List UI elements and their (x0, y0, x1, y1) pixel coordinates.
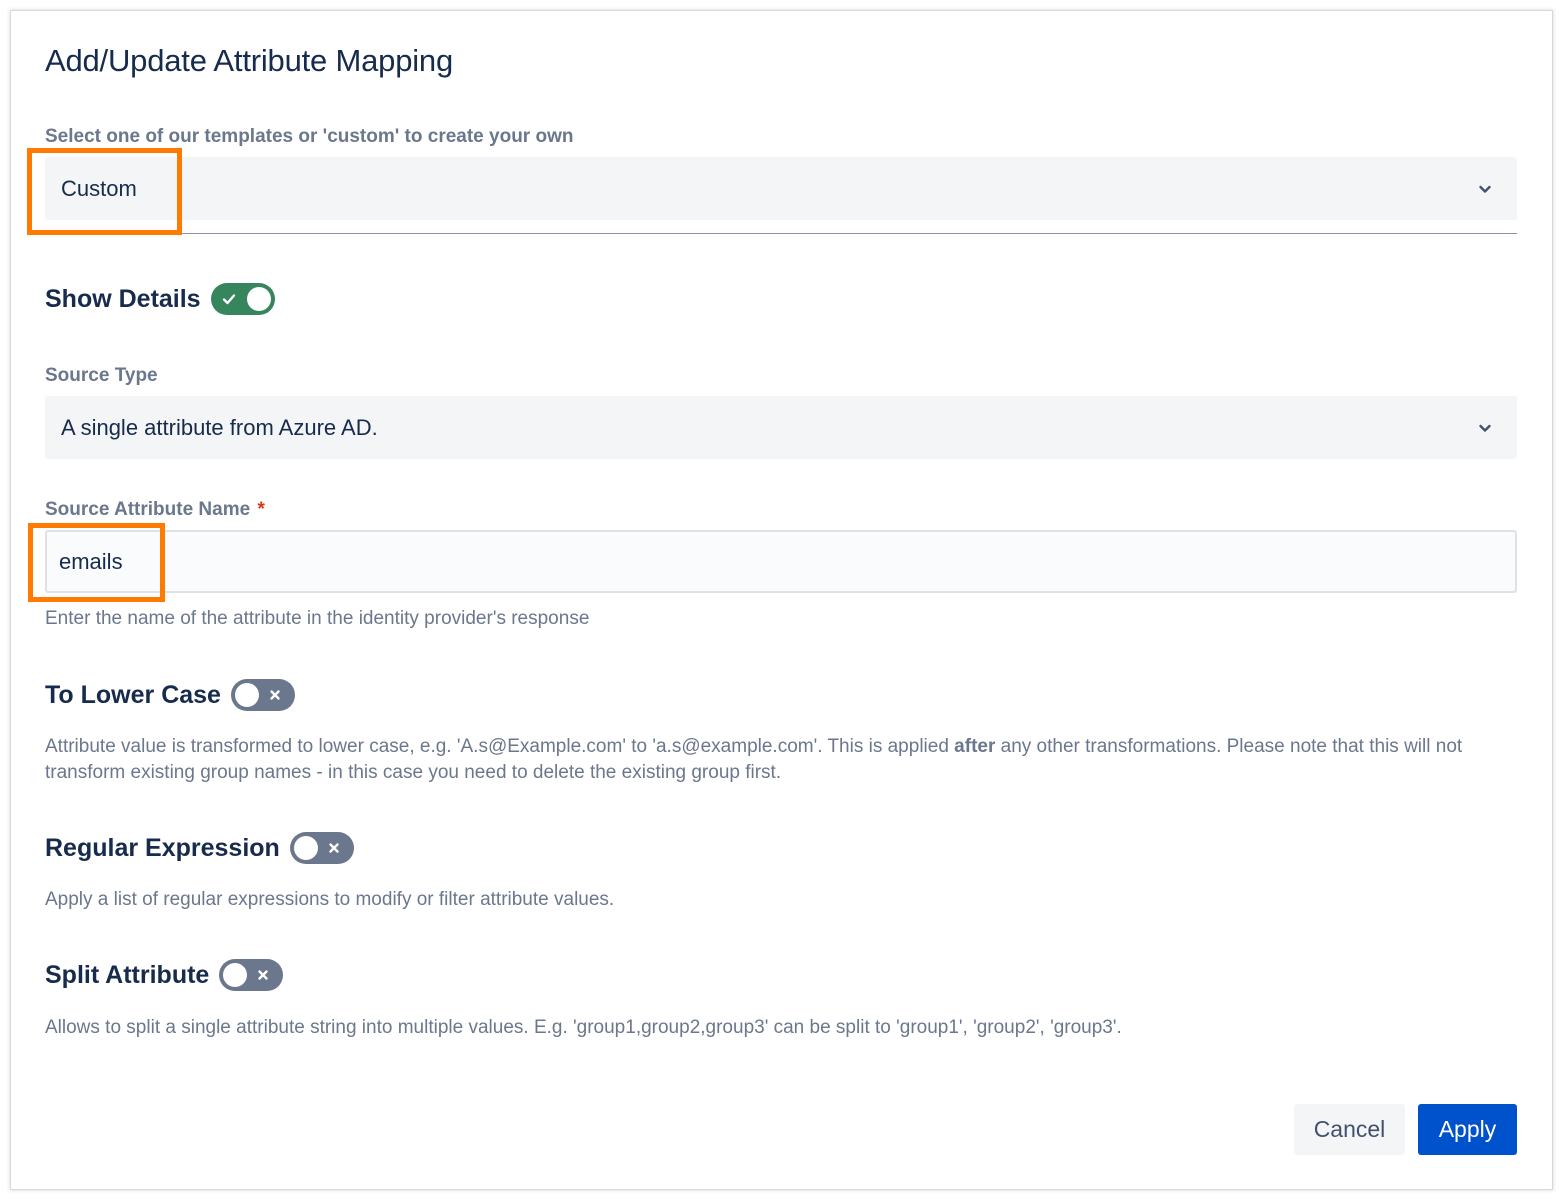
template-divider (45, 233, 1517, 234)
to-lower-case-description-before: Attribute value is transformed to lower … (45, 736, 955, 757)
template-select[interactable]: Custom (45, 157, 1517, 220)
regular-expression-description: Apply a list of regular expressions to m… (45, 889, 615, 910)
regular-expression-toggle[interactable] (289, 832, 354, 864)
toggle-knob (246, 287, 271, 311)
split-attribute-toggle[interactable] (219, 959, 284, 991)
to-lower-case-label: To Lower Case (45, 680, 221, 709)
to-lower-case-toggle[interactable] (230, 679, 295, 711)
to-lower-case-description: Attribute value is transformed to lower … (45, 734, 1505, 786)
source-type-select[interactable]: A single attribute from Azure AD. (45, 396, 1517, 459)
source-type-select-value: A single attribute from Azure AD. (61, 414, 378, 440)
chevron-down-icon (1479, 424, 1491, 432)
source-type-label: Source Type (45, 365, 158, 386)
toggle-knob (234, 683, 259, 707)
source-attribute-label: Source Attribute Name * (45, 499, 265, 521)
regular-expression-label: Regular Expression (45, 833, 280, 862)
source-attribute-label-text: Source Attribute Name (45, 499, 251, 520)
show-details-label: Show Details (45, 284, 201, 313)
to-lower-case-description-bold: after (954, 736, 996, 757)
attribute-mapping-dialog: Add/Update Attribute Mapping Select one … (10, 10, 1553, 1190)
template-select-value: Custom (61, 175, 137, 201)
chevron-down-icon (1479, 185, 1491, 193)
toggle-knob (223, 963, 248, 987)
toggle-knob (293, 836, 318, 860)
show-details-toggle[interactable] (210, 283, 275, 315)
required-marker: * (257, 499, 265, 520)
cancel-button[interactable]: Cancel (1294, 1104, 1405, 1155)
regular-expression-row: Regular Expression (45, 832, 354, 864)
source-attribute-input[interactable] (45, 530, 1517, 593)
cross-icon (258, 970, 269, 980)
template-select-label: Select one of our templates or 'custom' … (45, 126, 574, 147)
cross-icon (270, 690, 280, 700)
to-lower-case-row: To Lower Case (45, 679, 295, 711)
apply-button[interactable]: Apply (1418, 1104, 1517, 1155)
split-attribute-row: Split Attribute (45, 959, 284, 991)
split-attribute-label: Split Attribute (45, 960, 210, 989)
split-attribute-description: Allows to split a single attribute strin… (45, 1017, 1122, 1038)
check-icon (222, 294, 235, 305)
dialog-title: Add/Update Attribute Mapping (45, 43, 454, 78)
show-details-row: Show Details (45, 283, 275, 315)
cross-icon (329, 843, 339, 853)
source-attribute-helper: Enter the name of the attribute in the i… (45, 608, 590, 629)
